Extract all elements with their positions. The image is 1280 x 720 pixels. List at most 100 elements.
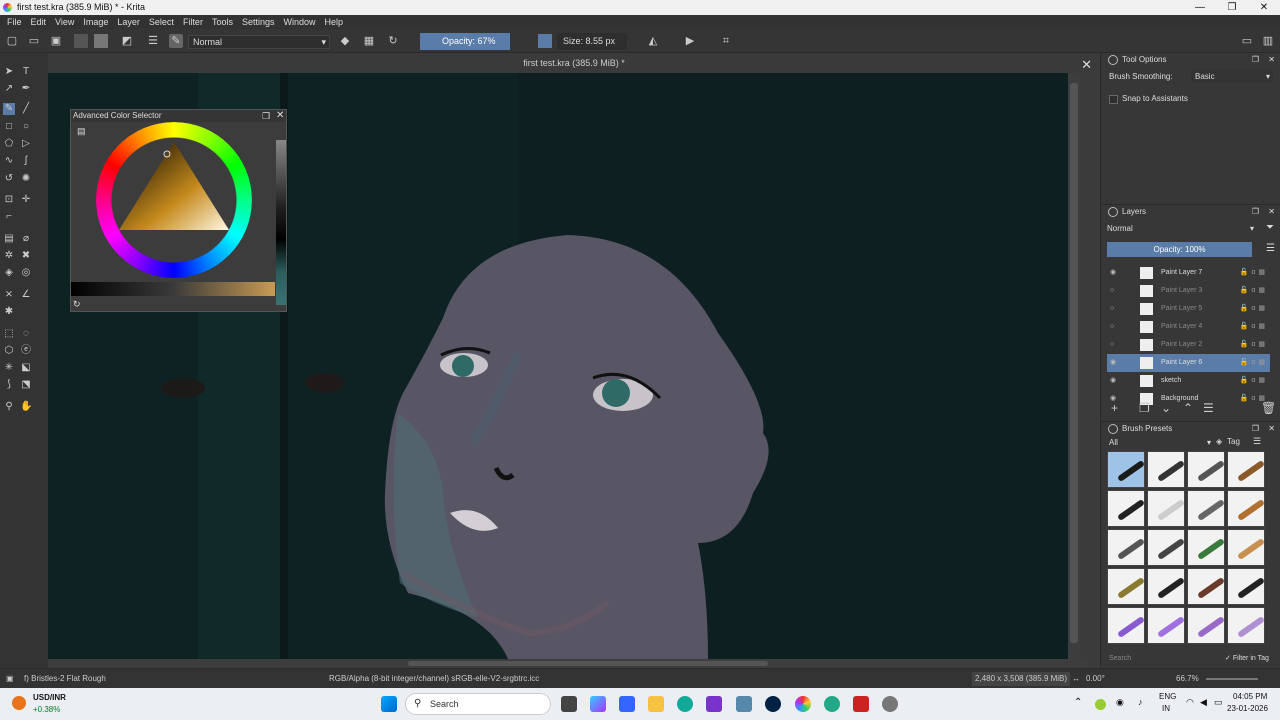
bezier-tool-icon[interactable]: ∿ [3, 155, 15, 167]
rect-select-icon[interactable]: ⬚ [3, 328, 15, 340]
brush-preset-tile[interactable] [1227, 490, 1265, 527]
layer-row[interactable]: ◉ Paint Layer 6 🔓α▦ [1107, 354, 1270, 372]
brush-preset-tile[interactable] [1227, 607, 1265, 644]
layer-lock-icon[interactable]: 🔓α▦ [1240, 318, 1268, 336]
layer-lock-icon[interactable]: 🔓α▦ [1240, 336, 1268, 354]
close-document-icon[interactable]: ✕ [1081, 55, 1092, 75]
panel-toggle-icon[interactable]: ▥ [1261, 34, 1275, 48]
transform-tool-icon[interactable]: ⊡ [3, 194, 15, 206]
pan-tool-icon[interactable]: ✋ [20, 401, 32, 413]
menu-filter[interactable]: Filter [183, 15, 203, 29]
eye-hidden-icon[interactable]: ○ [1110, 300, 1120, 318]
menu-window[interactable]: Window [283, 15, 315, 29]
layer-lock-icon[interactable]: 🔓α▦ [1240, 300, 1268, 318]
layer-lock-icon[interactable]: 🔓α▦ [1240, 372, 1268, 390]
layer-blend-select[interactable]: Normal ▾ [1107, 222, 1257, 235]
brush-preset-tile[interactable] [1107, 568, 1145, 605]
vertical-scroll-thumb[interactable] [1070, 83, 1078, 643]
brush-preset-tile[interactable] [1227, 529, 1265, 566]
battery-icon[interactable]: ▭ [1214, 697, 1223, 708]
workspace-icon[interactable]: ▭ [1240, 34, 1254, 48]
chrome-icon[interactable] [824, 696, 840, 712]
eye-icon[interactable]: ◉ [1110, 372, 1120, 390]
opacity-slider[interactable]: Opacity: 67% [420, 33, 510, 50]
menu-edit[interactable]: Edit [31, 15, 47, 29]
tag-icon[interactable]: ◈ [1216, 437, 1222, 446]
dynamic-brush-icon[interactable]: ↺ [3, 173, 15, 185]
layer-menu-icon[interactable]: ☰ [1266, 243, 1275, 254]
filter-icon[interactable]: ⏷ [1266, 222, 1274, 233]
close-panel-icon[interactable]: ✕ [1268, 53, 1275, 67]
fg-bg-color-icon[interactable]: ◩ [120, 34, 134, 48]
line-tool-icon[interactable]: ╱ [20, 103, 32, 115]
reference-icon[interactable]: ✱ [3, 306, 15, 318]
reload-preset-icon[interactable]: ↻ [386, 34, 400, 48]
shade-selector-bar[interactable] [71, 282, 275, 296]
app-icon[interactable] [882, 696, 898, 712]
menu-layer[interactable]: Layer [117, 15, 140, 29]
menu-view[interactable]: View [55, 15, 74, 29]
horizontal-scroll-thumb[interactable] [408, 661, 768, 666]
microphone-icon[interactable]: ♪ [1138, 697, 1143, 707]
menu-help[interactable]: Help [325, 15, 344, 29]
brush-preset-tile[interactable] [1147, 568, 1185, 605]
calligraphy-icon[interactable]: ✒ [20, 83, 32, 95]
layer-row[interactable]: ○ Paint Layer 5 🔓α▦ [1107, 300, 1270, 318]
menu-tools[interactable]: Tools [212, 15, 233, 29]
wifi-icon[interactable]: ◠ [1186, 697, 1194, 708]
pattern-icon[interactable] [94, 34, 108, 48]
menu-file[interactable]: File [7, 15, 22, 29]
language-label[interactable]: ENG [1159, 692, 1176, 701]
fill-tool-icon[interactable]: ◈ [3, 267, 15, 279]
store-icon[interactable] [736, 696, 752, 712]
polygon-select-icon[interactable]: ⬡ [3, 345, 15, 357]
mirror-vertical-icon[interactable]: ▶ [683, 34, 697, 48]
snap-checkbox[interactable] [1109, 95, 1118, 104]
view-menu-icon[interactable]: ☰ [1253, 436, 1261, 447]
save-icon[interactable]: ▣ [49, 34, 63, 48]
smart-patch-icon[interactable]: ✲ [3, 250, 15, 262]
color-history-strip[interactable] [276, 140, 286, 305]
duplicate-layer-icon[interactable]: ❐ [1139, 401, 1150, 415]
eraser-icon[interactable]: ◆ [338, 34, 352, 48]
tray-app-icon[interactable] [1095, 699, 1106, 710]
move-down-icon[interactable]: ⌄ [1161, 401, 1171, 415]
ticker-label[interactable]: USD/INR [33, 693, 66, 702]
float-panel-icon[interactable]: ❐ [1252, 53, 1259, 67]
volume-icon[interactable]: ◀ [1200, 697, 1207, 708]
blend-mode-select[interactable]: Normal ▾ [188, 35, 330, 49]
refresh-icon[interactable]: ↻ [73, 299, 81, 310]
color-picker-icon[interactable]: ⌀ [20, 233, 32, 245]
filter-in-tag-checkbox[interactable]: ✓ Filter in Tag [1225, 654, 1269, 662]
brush-settings-icon[interactable]: ☰ [146, 34, 160, 48]
brush-preset-tile[interactable] [1227, 568, 1265, 605]
menu-select[interactable]: Select [149, 15, 174, 29]
file-explorer-icon[interactable] [648, 696, 664, 712]
brush-preset-tile[interactable] [1227, 451, 1265, 488]
layer-row[interactable]: ◉ sketch 🔓α▦ [1107, 372, 1270, 390]
select-shapes-icon[interactable]: ➤ [3, 66, 15, 78]
brush-preset-tile[interactable] [1187, 607, 1225, 644]
new-document-icon[interactable]: ▢ [5, 34, 19, 48]
polygon-tool-icon[interactable]: ⬠ [3, 138, 15, 150]
eye-hidden-icon[interactable]: ○ [1110, 336, 1120, 354]
current-brush-label[interactable]: f) Bristles-2 Flat Rough [24, 669, 106, 689]
similar-select-icon[interactable]: ⬕ [20, 362, 32, 374]
float-panel-icon[interactable]: ❐ [1252, 205, 1259, 219]
brush-preset-tile[interactable] [1147, 607, 1185, 644]
close-panel-icon[interactable]: ✕ [1268, 422, 1275, 436]
gradient-icon[interactable] [74, 34, 88, 48]
close-panel-icon[interactable]: ✕ [276, 110, 284, 121]
clock-time[interactable]: 04:05 PM [1233, 692, 1267, 701]
size-slider[interactable]: Size: 8.55 px [557, 33, 627, 50]
taskbar-search[interactable]: Search ⚲ [405, 693, 551, 715]
bezier-select-icon[interactable]: ⟆ [3, 379, 15, 391]
layer-properties-icon[interactable]: ☰ [1203, 401, 1214, 415]
zoom-slider[interactable] [1206, 678, 1258, 680]
menu-image[interactable]: Image [83, 15, 108, 29]
krita-taskbar-icon[interactable] [795, 696, 811, 712]
preset-search-input[interactable]: Search [1109, 655, 1131, 662]
stocks-widget-icon[interactable] [12, 696, 26, 710]
brush-preset-tile[interactable] [1107, 607, 1145, 644]
app-icon[interactable] [619, 696, 635, 712]
